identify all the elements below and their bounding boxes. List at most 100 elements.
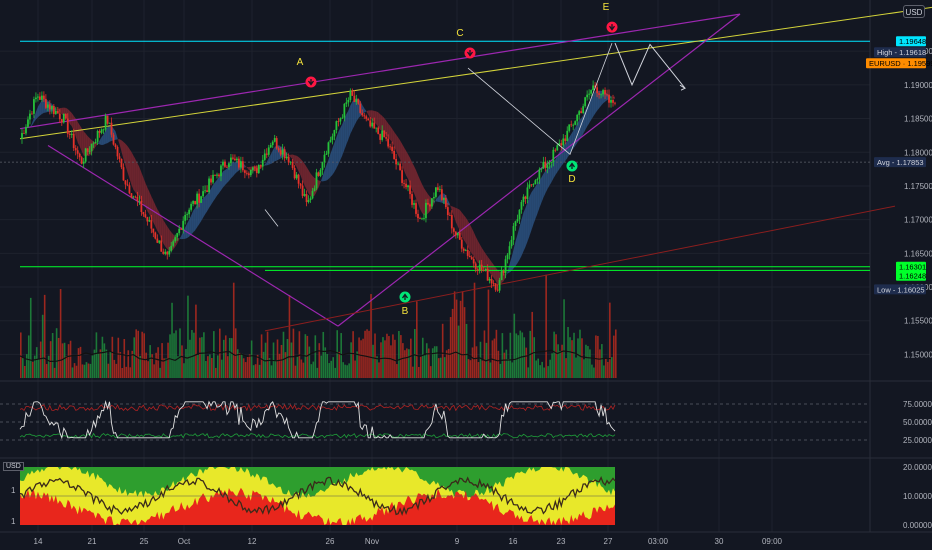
volume-bar bbox=[224, 335, 227, 378]
ribbon-segment bbox=[336, 131, 339, 169]
candle-body bbox=[222, 161, 224, 166]
candle-body bbox=[94, 141, 97, 144]
volume-bar bbox=[374, 333, 376, 378]
x-tick-label: 26 bbox=[326, 537, 335, 546]
volume-bar bbox=[378, 362, 380, 378]
volume-bar bbox=[611, 357, 613, 378]
x-tick-label: 9 bbox=[455, 537, 460, 546]
candle-body bbox=[604, 90, 606, 95]
candle-body bbox=[570, 124, 573, 126]
ribbon-segment bbox=[81, 128, 84, 156]
ribbon-segment bbox=[469, 223, 472, 254]
ribbon-segment bbox=[414, 166, 417, 199]
candle-body bbox=[490, 279, 493, 284]
volume-bar bbox=[228, 337, 231, 378]
candle-body bbox=[92, 143, 95, 144]
candle-body bbox=[37, 96, 39, 98]
volume-bar bbox=[513, 313, 516, 378]
volume-bar bbox=[246, 356, 249, 378]
ribbon-segment bbox=[213, 182, 216, 202]
candle-body bbox=[86, 148, 89, 152]
volume-bar bbox=[481, 360, 484, 378]
candle-body bbox=[120, 158, 123, 168]
ribbon-segment bbox=[473, 232, 476, 260]
candle-body bbox=[184, 214, 187, 221]
volume-bar bbox=[262, 351, 265, 378]
candle-body bbox=[226, 166, 228, 168]
candle-body bbox=[299, 183, 302, 186]
ribbon-segment bbox=[224, 168, 227, 186]
volume-bar bbox=[330, 360, 333, 378]
wave-label-e: E bbox=[603, 2, 610, 13]
volume-bar bbox=[290, 342, 293, 378]
candle-body bbox=[353, 95, 356, 102]
candle-body bbox=[325, 153, 328, 155]
osc2-left-tick: 1 bbox=[11, 486, 16, 495]
trading-chart[interactable]: ABCDE 1.195001.190001.185001.180001.1750… bbox=[0, 0, 932, 550]
ribbon-segment bbox=[350, 101, 353, 135]
volume-bar bbox=[320, 355, 323, 378]
volume-bar bbox=[115, 363, 118, 378]
candle-body bbox=[110, 122, 113, 135]
candle-body bbox=[156, 238, 159, 243]
candle-body bbox=[271, 141, 274, 146]
candle-body bbox=[602, 90, 604, 95]
candle-body bbox=[100, 129, 103, 133]
candle-body bbox=[556, 145, 559, 151]
candle-body bbox=[297, 174, 300, 184]
candle-body bbox=[506, 254, 509, 260]
candle-body bbox=[283, 149, 286, 159]
osc2-left-tick: 1 bbox=[11, 517, 16, 526]
candle-body bbox=[42, 95, 45, 99]
currency-button[interactable]: USD bbox=[903, 5, 925, 18]
candle-body bbox=[146, 217, 149, 222]
volume-bar bbox=[563, 299, 565, 378]
volume-bar bbox=[338, 351, 340, 378]
volume-bar bbox=[147, 361, 149, 378]
candle-body bbox=[35, 97, 37, 100]
volume-bar bbox=[565, 358, 567, 378]
volume-bar bbox=[113, 359, 116, 378]
candle-body bbox=[484, 268, 487, 272]
candle-body bbox=[456, 232, 459, 236]
candle-body bbox=[200, 196, 202, 203]
ribbon-segment bbox=[69, 110, 72, 127]
candle-body bbox=[186, 214, 189, 215]
volume-bar bbox=[533, 337, 536, 378]
volume-bar bbox=[603, 365, 605, 378]
volume-bar bbox=[575, 357, 577, 378]
volume-bar bbox=[23, 365, 26, 378]
osc2-tick-label: 10.00000 bbox=[903, 492, 932, 501]
candle-body bbox=[323, 154, 326, 163]
ribbon-segment bbox=[525, 202, 528, 247]
ribbon-segment bbox=[543, 171, 546, 198]
candle-body bbox=[395, 158, 398, 165]
candle-body bbox=[277, 148, 280, 151]
volume-bar bbox=[539, 365, 541, 378]
candle-body bbox=[610, 99, 612, 103]
candle-body bbox=[345, 102, 348, 104]
candle-body bbox=[220, 165, 222, 177]
volume-bar bbox=[471, 347, 474, 378]
volume-bar bbox=[292, 328, 295, 378]
candle-body bbox=[419, 218, 421, 219]
ribbon-segment bbox=[406, 150, 409, 179]
candle-body bbox=[391, 146, 394, 151]
ribbon-segment bbox=[147, 187, 150, 215]
candle-body bbox=[70, 133, 73, 135]
x-tick-label: Oct bbox=[178, 537, 191, 546]
volume-bar bbox=[99, 349, 102, 378]
volume-bar bbox=[400, 335, 402, 378]
volume-bar bbox=[376, 356, 378, 378]
wave-label-c: C bbox=[456, 28, 463, 39]
wave-label-a: A bbox=[297, 57, 304, 68]
candle-body bbox=[44, 98, 47, 108]
volume-bar bbox=[541, 361, 543, 378]
candle-body bbox=[600, 94, 602, 96]
volume-bar bbox=[577, 338, 579, 378]
volume-bar bbox=[461, 291, 464, 378]
volume-bar bbox=[51, 333, 54, 378]
volume-bar bbox=[232, 282, 235, 378]
volume-bar bbox=[230, 338, 233, 378]
volume-bar bbox=[581, 338, 583, 378]
